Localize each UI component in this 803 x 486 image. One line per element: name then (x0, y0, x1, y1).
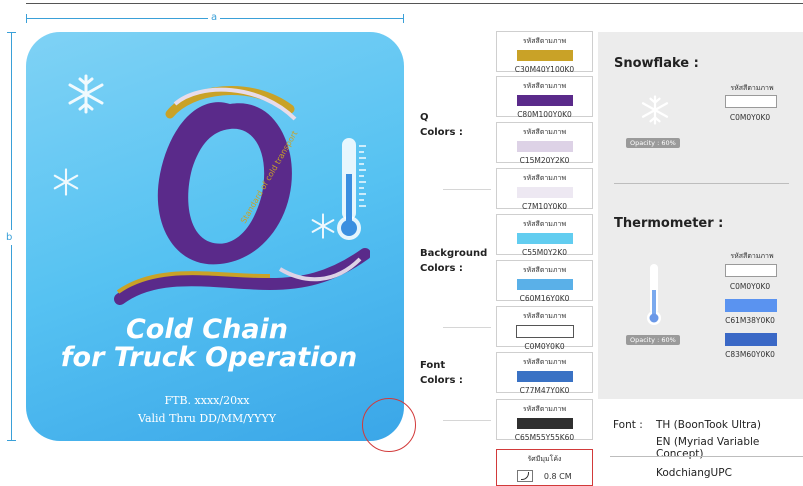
swatch-label: รหัสสีตามภาพ (522, 405, 567, 413)
swatch-label: รหัสสีตามภาพ (522, 37, 567, 45)
background-colors-text: Background Colors : (420, 248, 488, 274)
snowflake-opacity-badge: Opacity : 60% (626, 138, 680, 148)
corner-radius-value: 0.8 CM (543, 471, 572, 481)
thermometer-color-chip (725, 333, 777, 346)
q-colors-label: Q Colors : (420, 110, 463, 140)
thermometer-icon (647, 264, 661, 325)
swatch-code: C15M20Y2K0 (519, 156, 570, 165)
snowflake-icon (641, 95, 669, 125)
swatch-5: รหัสสีตามภาพ C55M0Y2K0 (496, 214, 593, 257)
corner-radius-icon (517, 470, 534, 482)
swatch-label: รหัสสีตามภาพ (522, 312, 567, 320)
swatch-label: รหัสสีตามภาพ (522, 128, 567, 136)
swatch-2: รหัสสีตามภาพ C80M100Y0K0 (496, 76, 593, 119)
swatch-chip (516, 418, 573, 429)
top-rule (26, 3, 803, 4)
thermometer-code-label: รหัสสีตามภาพ (730, 252, 774, 260)
sticker-card: Standard of cold transport Cold Chain fo… (26, 32, 404, 441)
thermometer-code: C61M38Y0K0 (725, 316, 775, 325)
thermometer-title: Thermometer : (614, 216, 724, 231)
divider (443, 420, 491, 421)
q-logo: Standard of cold transport (114, 86, 370, 305)
swatch-code: C55M0Y2K0 (521, 248, 568, 257)
valid-thru: Valid Thru DD/MM/YYYY (138, 412, 276, 425)
snowflake-color-chip (725, 95, 777, 108)
swatch-9: รหัสสีตามภาพ C65M55Y55K60 (496, 399, 593, 442)
swatch-6: รหัสสีตามภาพ C60M16Y0K0 (496, 260, 593, 303)
dimension-a-tick-right (403, 14, 404, 23)
swatch-label: รหัสสีตามภาพ (522, 220, 567, 228)
swatch-label: รหัสสีตามภาพ (522, 358, 567, 366)
font-colors-label: Font Colors : (420, 358, 463, 388)
snowflake-title: Snowflake : (614, 56, 699, 71)
swatch-code: C65M55Y55K60 (514, 433, 575, 442)
card-title-line1: Cold Chain (125, 314, 289, 345)
corner-radius-row: 0.8 CM (497, 470, 592, 482)
dimension-a-label: a (208, 12, 221, 23)
dimension-b-label: b (6, 230, 13, 245)
snowflake-icon (53, 168, 79, 196)
corner-radius-box: รัศมีมุมโค้ง 0.8 CM (496, 449, 593, 486)
swatch-label: รหัสสีตามภาพ (522, 266, 567, 274)
background-colors-label: Background Colors : (420, 246, 487, 276)
swatch-code: C60M16Y0K0 (519, 294, 570, 303)
swatch-chip (516, 371, 573, 382)
swatch-3: รหัสสีตามภาพ C15M20Y2K0 (496, 122, 593, 165)
swatch-chip (516, 141, 573, 152)
thermometer-code: C0M0Y0K0 (729, 282, 771, 291)
swatch-chip (516, 50, 573, 61)
font-th: TH (BoonTook Ultra) (656, 419, 761, 431)
swatch-chip (515, 325, 574, 338)
swatch-7: รหัสสีตามภาพ C0M0Y0K0 (496, 306, 593, 351)
divider (443, 327, 491, 328)
swatch-label: รหัสสีตามภาพ (522, 174, 567, 182)
dimension-b-tick-bottom (7, 440, 16, 441)
font-colors-text: Font Colors : (420, 360, 463, 386)
swatch-8: รหัสสีตามภาพ C77M47Y0K0 (496, 352, 593, 395)
thermometer-code: C83M60Y0K0 (725, 350, 775, 359)
swatch-4: รหัสสีตามภาพ C7M10Y0K0 (496, 168, 593, 211)
thermometer-opacity-badge: Opacity : 60% (626, 335, 680, 345)
ftb-number: FTB. xxxx/20xx (164, 394, 250, 407)
snowflake-code: C0M0Y0K0 (729, 113, 771, 122)
corner-radius-marker (362, 398, 416, 452)
font-kodchiang: KodchiangUPC (656, 467, 732, 479)
dimension-b-tick-top (7, 32, 16, 33)
swatch-code: C0M0Y0K0 (524, 342, 565, 351)
card-title-line2: for Truck Operation (60, 342, 358, 373)
swatch-chip (516, 233, 573, 244)
corner-radius-label: รัศมีมุมโค้ง (527, 455, 562, 463)
swatch-chip (516, 187, 573, 198)
dimension-a-tick-left (26, 14, 27, 23)
snowflake-code-label: รหัสสีตามภาพ (730, 84, 774, 92)
swatch-code: C7M10Y0K0 (521, 202, 568, 211)
swatch-code: C30M40Y100K0 (514, 65, 575, 74)
panel-divider (614, 183, 789, 184)
q-colors-text: Q Colors : (420, 112, 463, 138)
swatch-label: รหัสสีตามภาพ (522, 82, 567, 90)
thermometer-color-chip (725, 264, 777, 277)
font-label: Font : (613, 419, 643, 431)
thermometer-color-chip (725, 299, 777, 312)
swatch-1: รหัสสีตามภาพ C30M40Y100K0 (496, 31, 593, 74)
font-divider (610, 456, 803, 457)
swatch-code: C80M100Y0K0 (517, 110, 572, 119)
divider (443, 189, 491, 190)
swatch-code: C77M47Y0K0 (519, 386, 570, 395)
swatch-chip (516, 95, 573, 106)
swatch-chip (516, 279, 573, 290)
